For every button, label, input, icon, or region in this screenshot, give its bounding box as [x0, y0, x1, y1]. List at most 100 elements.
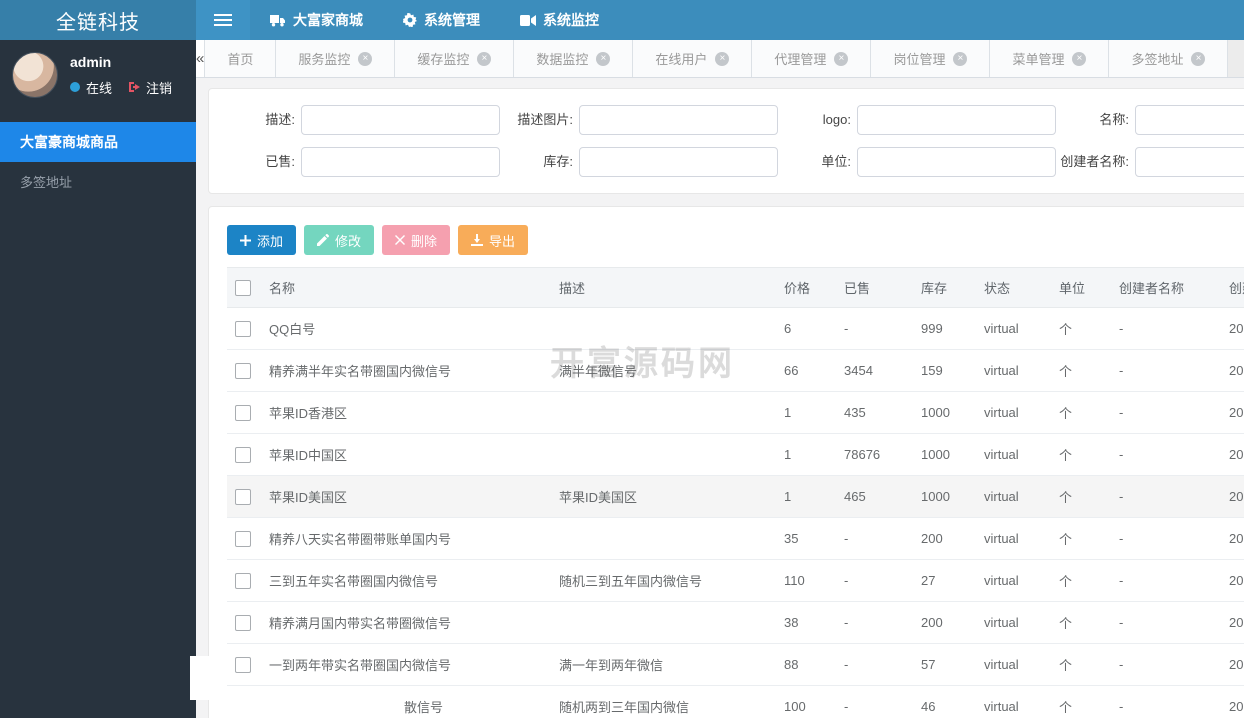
row-checkbox[interactable] [235, 362, 251, 379]
cell-created: 20 [1221, 601, 1244, 644]
cell-stock: 200 [913, 517, 976, 560]
row-checkbox[interactable] [235, 488, 251, 505]
sidebar-item[interactable]: 多签地址 [0, 162, 196, 201]
cell-price: 1 [776, 475, 836, 518]
cell-sold: - [836, 643, 913, 686]
table-row[interactable]: 精养满月国内带实名带圈微信号 38-200 virtual 个 -20 [227, 601, 1244, 644]
tab-item[interactable]: 代理管理 × [752, 40, 872, 77]
cell-creator: - [1111, 391, 1221, 434]
row-checkbox[interactable] [235, 572, 251, 589]
row-checkbox-cell [227, 349, 261, 392]
row-checkbox-cell [227, 475, 261, 518]
search-input[interactable] [301, 105, 500, 135]
row-checkbox-cell [227, 559, 261, 602]
avatar[interactable] [12, 52, 58, 98]
table-row[interactable]: 散信号 随机两到三年国内微信 100-46 virtual 个 -20 [227, 685, 1244, 718]
cell-sold: - [836, 307, 913, 350]
column-header: 已售 [836, 267, 913, 308]
topnav-item[interactable]: 大富家商城 [250, 0, 383, 40]
cell-sold: 465 [836, 475, 913, 518]
table-row[interactable]: 苹果ID中国区 1 78676 1000 virtual 个 -20 [227, 433, 1244, 476]
row-checkbox[interactable] [235, 656, 251, 673]
search-field-label: 描述: [265, 111, 295, 127]
sidebar-item[interactable]: 大富豪商城商品 [0, 122, 196, 162]
table-header-row: 名称描述价格已售库存状态单位创建者名称创建时间 [227, 267, 1244, 308]
cell-name: 精养满半年实名带圈国内微信号 [261, 349, 551, 392]
overlay-patch [190, 656, 212, 700]
brand-logo[interactable]: 全链科技 [0, 0, 196, 40]
plus-icon [240, 234, 251, 246]
cell-sold: 435 [836, 391, 913, 434]
tab-item[interactable]: 在线用户 × [633, 40, 753, 77]
topnav-item-label: 系统监控 [543, 12, 599, 28]
search-input[interactable] [1135, 105, 1244, 135]
table-row[interactable]: 三到五年实名带圈国内微信号 随机三到五年国内微信号 110-27 virtual 个 -2… [227, 559, 1244, 602]
tab-close-icon[interactable]: × [596, 51, 611, 66]
tab-item[interactable]: 多签地址 × [1109, 40, 1229, 77]
tabs-collapse-button[interactable]: « [196, 40, 206, 77]
tab-close-icon[interactable]: × [358, 51, 373, 66]
search-input[interactable] [857, 105, 1056, 135]
cell-status: virtual [976, 349, 1051, 392]
search-input[interactable] [579, 105, 778, 135]
user-panel: admin 在线 注销 [0, 40, 196, 112]
cell-creator: - [1111, 601, 1221, 644]
tab-item[interactable]: 服务监控 × [276, 40, 396, 77]
tab-close-icon[interactable]: × [1191, 51, 1206, 66]
column-header: 状态 [976, 267, 1051, 308]
logout-button[interactable]: 注销 [128, 78, 172, 97]
row-checkbox[interactable] [235, 320, 251, 337]
table-body: QQ白号 6-999 virtual 个 -20 精养满半年实名带圈国内微信号 满半年微信号… [227, 307, 1244, 718]
table-row[interactable]: 精养满半年实名带圈国内微信号 满半年微信号 66 3454 159 virtual 个 -20 [227, 349, 1244, 392]
cell-name: 苹果ID中国区 [261, 433, 551, 476]
row-checkbox[interactable] [235, 530, 251, 547]
search-input[interactable] [579, 147, 778, 177]
row-checkbox[interactable] [235, 404, 251, 421]
row-checkbox-cell [227, 643, 261, 686]
cell-creator: - [1111, 349, 1221, 392]
tab-item[interactable]: 数据监控 × [514, 40, 634, 77]
cell-sold: 78676 [836, 433, 913, 476]
cell-sold: 3454 [836, 349, 913, 392]
tab-item[interactable]: 缓存监控 × [395, 40, 515, 77]
tab-item[interactable]: 大富豪商城商品× [1228, 40, 1244, 77]
select-all-checkbox[interactable] [235, 279, 251, 296]
topnav-item[interactable]: 系统监控 [500, 0, 619, 40]
delete-button[interactable]: 删除 [382, 225, 451, 255]
export-button[interactable]: 导出 [458, 225, 529, 255]
row-checkbox-cell [227, 517, 261, 560]
tab-item[interactable]: 菜单管理 × [990, 40, 1110, 77]
tab-item[interactable]: 首页 [205, 40, 277, 77]
search-input[interactable] [857, 147, 1056, 177]
cell-name: 苹果ID香港区 [261, 391, 551, 434]
search-field-label: 名称: [1099, 111, 1129, 127]
table-row[interactable]: 苹果ID美国区 苹果ID美国区 1 465 1000 virtual 个 -20 [227, 475, 1244, 518]
search-field: 已售: [223, 147, 501, 177]
add-button[interactable]: 添加 [227, 225, 297, 255]
search-field: 库存: [501, 147, 779, 177]
table-row[interactable]: 苹果ID香港区 1 435 1000 virtual 个 -20 [227, 391, 1244, 434]
tab-close-icon[interactable]: × [834, 51, 849, 66]
row-checkbox[interactable] [235, 446, 251, 463]
tab-label: 缓存监控 [417, 52, 470, 67]
tab-close-icon[interactable]: × [1072, 51, 1087, 66]
edit-button[interactable]: 修改 [304, 225, 375, 255]
tab-close-icon[interactable]: × [477, 51, 492, 66]
sidebar-toggle-button[interactable] [196, 0, 250, 40]
row-checkbox[interactable] [235, 614, 251, 631]
cell-created: 20 [1221, 349, 1244, 392]
table-row[interactable]: 精养八天实名带圈带账单国内号 35-200 virtual 个 -20 [227, 517, 1244, 560]
tab-close-icon[interactable]: × [953, 51, 968, 66]
tab-label: 岗位管理 [893, 52, 946, 67]
topnav-item-label: 系统管理 [424, 12, 480, 28]
search-input[interactable] [1135, 147, 1244, 177]
cell-created: 20 [1221, 307, 1244, 350]
tab-close-icon[interactable]: × [715, 51, 730, 66]
search-field-label: 描述图片: [517, 111, 573, 127]
table-row[interactable]: 一到两年带实名带圈国内微信号 满一年到两年微信 88-57 virtual 个 -20 [227, 643, 1244, 686]
search-field-label: 已售: [265, 153, 295, 169]
topnav-item[interactable]: 系统管理 [383, 0, 500, 40]
search-input[interactable] [301, 147, 500, 177]
tab-item[interactable]: 岗位管理 × [871, 40, 991, 77]
table-row[interactable]: QQ白号 6-999 virtual 个 -20 [227, 307, 1244, 350]
